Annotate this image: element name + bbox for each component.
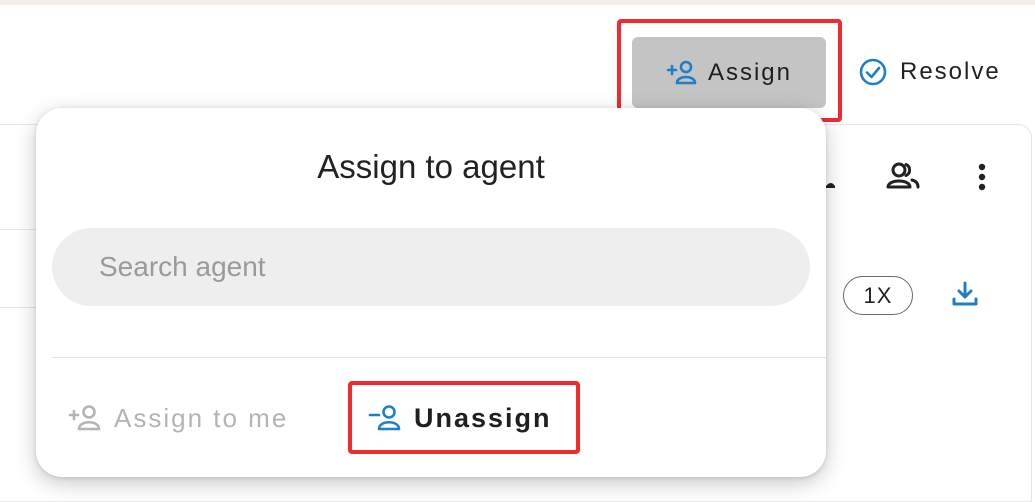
playback-speed-badge[interactable]: 1X — [843, 276, 913, 315]
person-add-icon — [68, 404, 102, 432]
row-divider — [0, 229, 40, 230]
people-icon[interactable] — [885, 160, 921, 192]
check-circle-icon — [858, 57, 888, 87]
popup-divider — [52, 357, 826, 358]
popup-title: Assign to agent — [317, 148, 545, 185]
more-vertical-icon[interactable] — [972, 162, 992, 192]
row-divider — [0, 307, 40, 308]
resolve-button[interactable]: Resolve — [858, 51, 1001, 93]
assign-to-me-button[interactable]: Assign to me — [68, 396, 288, 440]
assign-popup: Assign to agent Assign to me Unassign — [36, 108, 826, 477]
playback-speed-label: 1X — [863, 282, 893, 308]
search-agent-input[interactable] — [52, 228, 810, 306]
assign-to-me-label: Assign to me — [114, 402, 289, 433]
assign-button-highlight — [617, 19, 842, 122]
download-icon[interactable] — [951, 280, 979, 308]
unassign-button-highlight — [348, 381, 580, 454]
partial-icon — [825, 176, 837, 195]
resolve-button-label: Resolve — [900, 58, 1001, 85]
top-strip — [0, 0, 1035, 5]
